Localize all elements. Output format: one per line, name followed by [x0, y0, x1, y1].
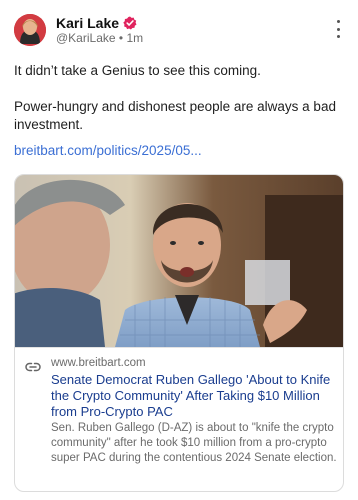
card-headline[interactable]: Senate Democrat Ruben Gallego 'About to … [51, 372, 341, 420]
news-photo [15, 175, 343, 347]
meta-separator: • [118, 31, 124, 45]
avatar-image [14, 14, 46, 46]
card-divider [15, 347, 343, 348]
post-time[interactable]: 1m [126, 31, 143, 45]
author-handle[interactable]: @KariLake [56, 31, 116, 45]
card-domain: www.breitbart.com [51, 357, 146, 369]
author-name[interactable]: Kari Lake [56, 15, 119, 31]
card-description: Sen. Ruben Gallego (D-AZ) is about to "k… [51, 422, 337, 464]
post-paragraph-1: It didn’t take a Genius to see this comi… [14, 63, 261, 78]
name-row: Kari Lake [56, 14, 137, 31]
avatar[interactable] [14, 14, 46, 46]
more-vertical-icon[interactable] [330, 18, 346, 40]
post-meta: @KariLake • 1m [56, 31, 143, 45]
post-paragraph-2: Power-hungry and dishonest people are al… [14, 99, 336, 132]
verified-badge-icon [123, 16, 137, 30]
link-preview-card[interactable]: www.breitbart.com Senate Democrat Ruben … [14, 174, 344, 492]
post-header: Kari Lake @KariLake • 1m [14, 14, 346, 48]
link-icon [25, 359, 41, 372]
post-link[interactable]: breitbart.com/politics/2025/05... [14, 143, 202, 158]
post-body: It didn’t take a Genius to see this comi… [14, 62, 344, 134]
